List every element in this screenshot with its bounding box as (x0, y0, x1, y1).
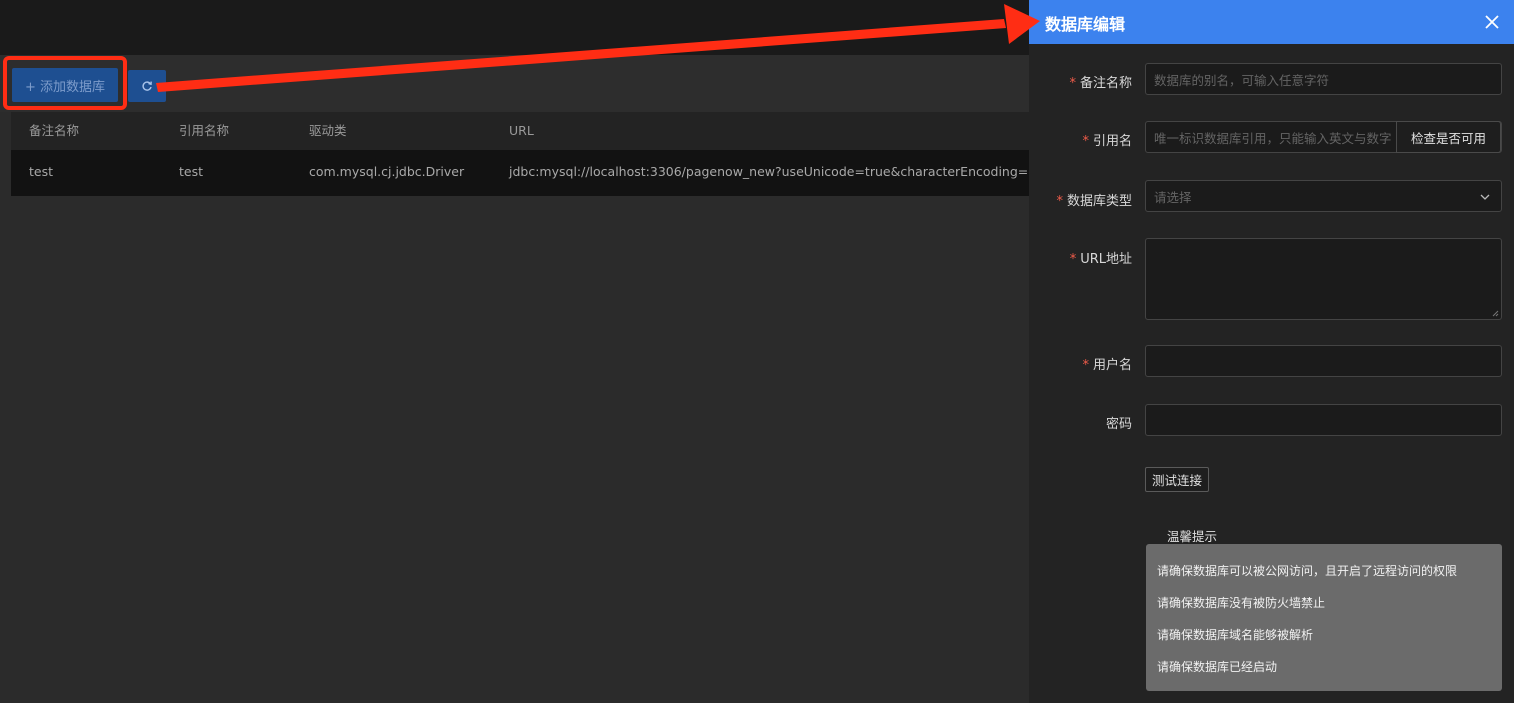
username-label: * 用户名 (1082, 358, 1132, 373)
chevron-down-icon (1480, 194, 1490, 200)
drawer-header: 数据库编辑 (1029, 0, 1514, 44)
database-edit-drawer: 数据库编辑 * 备注名称 数据库的别名，可输入任意字符 * 引用名 唯一标识数据库引… (1029, 0, 1514, 703)
refresh-button[interactable] (128, 70, 166, 102)
column-header-driver: 驱动类 (309, 123, 347, 138)
url-textarea[interactable] (1145, 238, 1502, 320)
remark-placeholder: 数据库的别名，可输入任意字符 (1154, 72, 1330, 88)
check-available-button[interactable]: 检查是否可用 (1396, 121, 1501, 153)
column-header-ref: 引用名称 (179, 123, 230, 138)
password-label: 密码 (1105, 417, 1132, 432)
database-table: 备注名称 引用名称 驱动类 URL test test com.mysql.cj… (11, 112, 1057, 196)
ref-label: * 引用名 (1082, 134, 1132, 149)
table-header: 备注名称 引用名称 驱动类 URL (11, 112, 1029, 150)
db-type-select[interactable]: 请选择 (1145, 180, 1502, 212)
tip-item: 请确保数据库已经启动 (1157, 660, 1278, 674)
tips-title: 温馨提示 (1167, 529, 1218, 544)
cell-remark: test (29, 164, 54, 179)
refresh-icon (142, 81, 152, 91)
drawer-title: 数据库编辑 (1045, 15, 1126, 34)
cell-ref: test (179, 164, 204, 179)
ref-placeholder: 唯一标识数据库引用，只能输入英文与数字 (1154, 130, 1392, 146)
resize-handle-icon[interactable] (1491, 309, 1499, 317)
column-header-url: URL (509, 123, 534, 138)
table-row[interactable]: test test com.mysql.cj.jdbc.Driver jdbc:… (11, 150, 1057, 196)
tip-item: 请确保数据库域名能够被解析 (1157, 628, 1314, 642)
annotation-highlight-box (3, 56, 127, 110)
column-header-remark: 备注名称 (29, 123, 80, 138)
cell-url: jdbc:mysql://localhost:3306/pagenow_new?… (509, 164, 1058, 179)
tip-item: 请确保数据库没有被防火墙禁止 (1157, 596, 1326, 610)
close-icon[interactable] (1480, 10, 1504, 34)
test-connection-button[interactable]: 测试连接 (1145, 467, 1209, 492)
tips-box: 请确保数据库可以被公网访问，且开启了远程访问的权限 请确保数据库没有被防火墙禁止… (1146, 544, 1502, 691)
tip-item: 请确保数据库可以被公网访问，且开启了远程访问的权限 (1157, 564, 1458, 578)
ref-input[interactable]: 唯一标识数据库引用，只能输入英文与数字 检查是否可用 (1145, 121, 1502, 153)
remark-label: * 备注名称 (1069, 76, 1132, 91)
cell-driver: com.mysql.cj.jdbc.Driver (309, 164, 465, 179)
db-type-label: * 数据库类型 (1056, 194, 1132, 209)
password-input[interactable] (1145, 404, 1502, 436)
username-input[interactable] (1145, 345, 1502, 377)
db-type-placeholder: 请选择 (1154, 189, 1192, 205)
url-label: * URL地址 (1069, 252, 1132, 267)
remark-input[interactable]: 数据库的别名，可输入任意字符 (1145, 63, 1502, 95)
